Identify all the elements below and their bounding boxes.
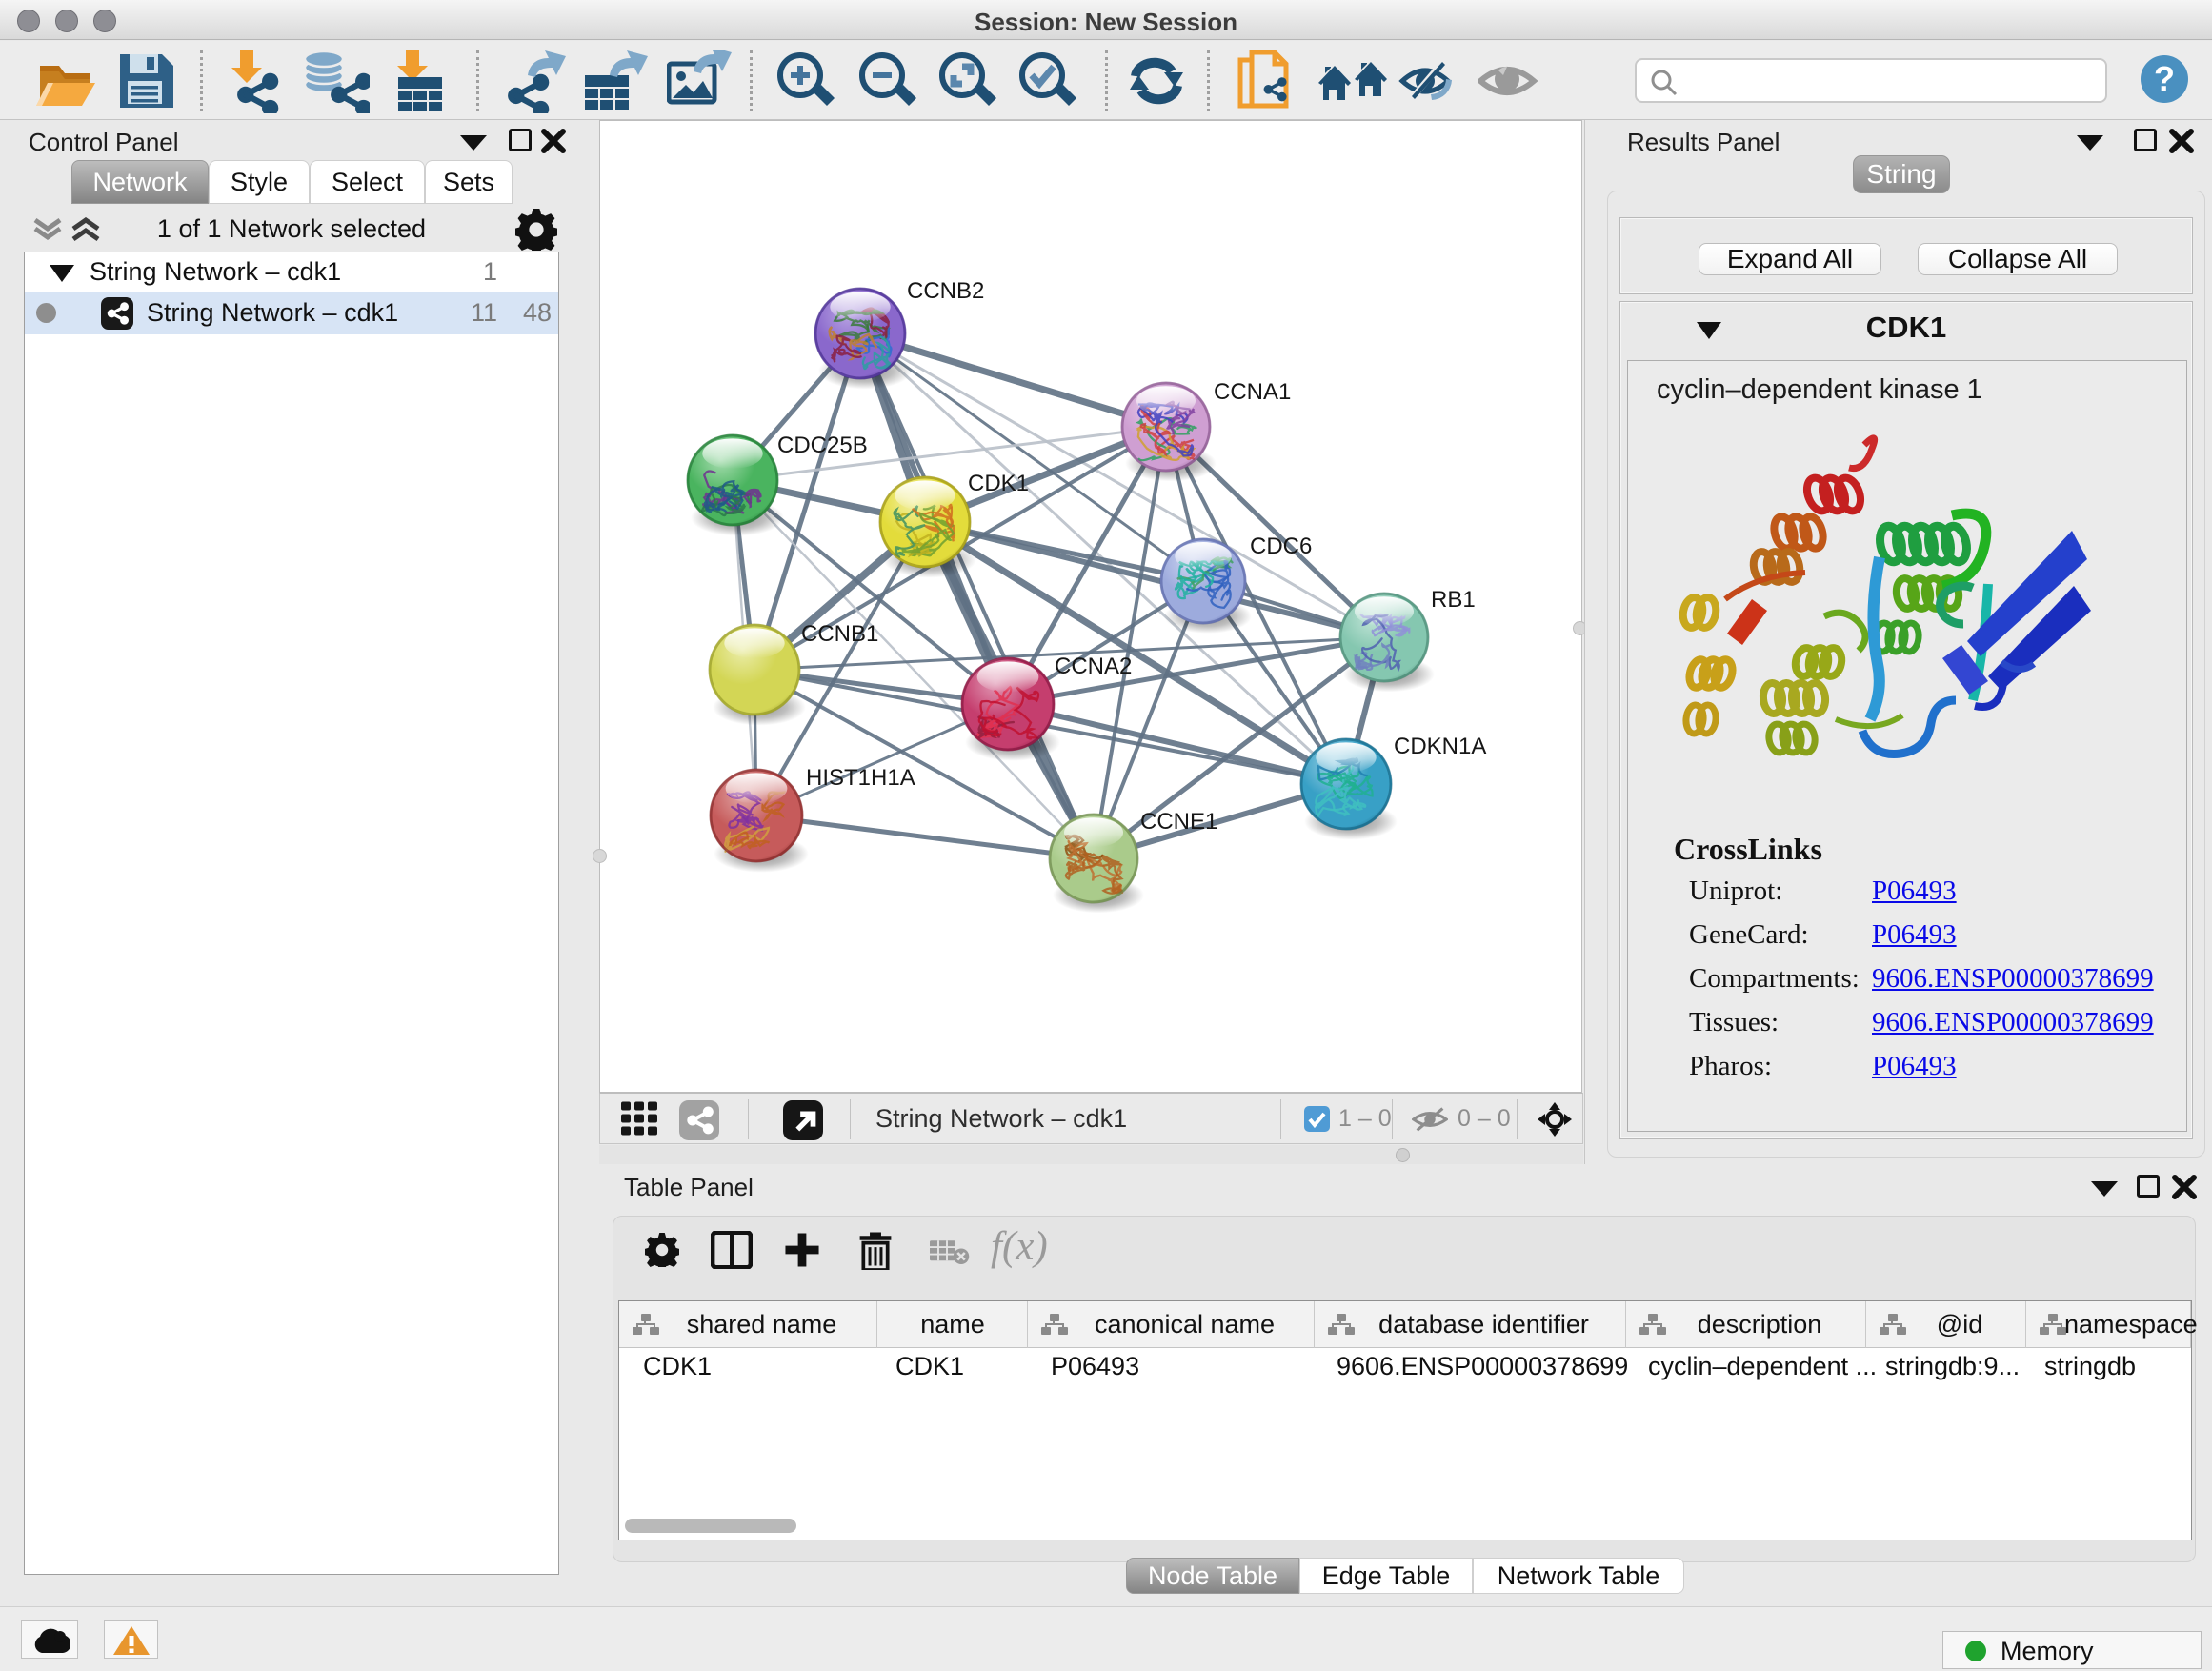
- svg-text:CCNB2: CCNB2: [907, 278, 984, 304]
- svg-text:CDK1: CDK1: [968, 471, 1029, 496]
- svg-text:CDKN1A: CDKN1A: [1394, 734, 1486, 759]
- svg-text:CCNB1: CCNB1: [801, 621, 878, 647]
- svg-text:HIST1H1A: HIST1H1A: [806, 765, 915, 791]
- svg-text:CDC25B: CDC25B: [777, 433, 868, 458]
- svg-text:CDC6: CDC6: [1250, 534, 1312, 559]
- svg-text:?: ?: [2154, 59, 2175, 98]
- svg-text:CCNE1: CCNE1: [1140, 809, 1217, 835]
- svg-text:CCNA2: CCNA2: [1055, 654, 1132, 679]
- svg-text:RB1: RB1: [1431, 587, 1476, 613]
- svg-text:CCNA1: CCNA1: [1214, 379, 1291, 405]
